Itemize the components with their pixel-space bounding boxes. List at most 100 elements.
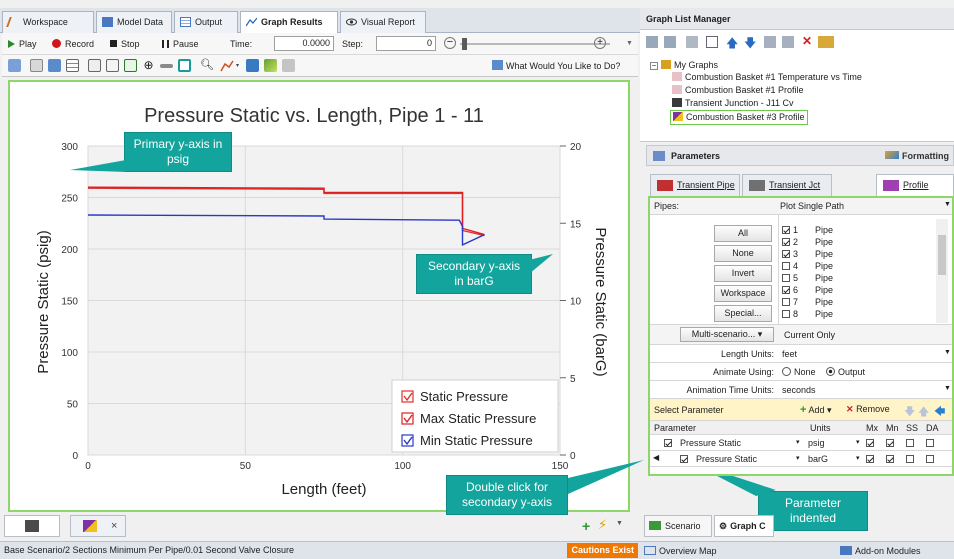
row-checkbox[interactable]: [680, 454, 688, 464]
mn-checkbox[interactable]: [886, 454, 894, 464]
special-button[interactable]: Special...: [714, 305, 772, 322]
line-style-icon[interactable]: [160, 64, 173, 68]
remove-button[interactable]: ✕ Remove: [846, 404, 890, 415]
collapse-icon[interactable]: −: [650, 62, 658, 70]
legend[interactable]: Static Pressure Max Static Pressure Min St…: [391, 379, 559, 453]
row-checkbox[interactable]: [664, 438, 672, 448]
ss-checkbox[interactable]: [906, 438, 914, 448]
da-checkbox[interactable]: [926, 454, 934, 464]
pipe-checkbox[interactable]: [782, 238, 790, 246]
workspace-button[interactable]: Workspace: [714, 285, 772, 302]
record-button[interactable]: Record: [52, 37, 94, 51]
pipe-list-item[interactable]: 6 Pipe: [782, 285, 833, 297]
all-button[interactable]: All: [714, 225, 772, 242]
pipe-checkbox[interactable]: [782, 274, 790, 282]
edit-graph-icon[interactable]: [8, 59, 21, 72]
rename-icon[interactable]: [686, 36, 698, 48]
mx-checkbox[interactable]: [866, 454, 874, 464]
legend-icon[interactable]: [106, 59, 119, 72]
duplicate-icon[interactable]: [764, 36, 776, 48]
pipe-checkbox[interactable]: [782, 262, 790, 270]
parameter-units[interactable]: psig: [808, 438, 825, 448]
graph-tab-1[interactable]: [4, 515, 60, 537]
pipe-checkbox[interactable]: [782, 298, 790, 306]
chevron-down-icon[interactable]: ▾: [796, 454, 800, 462]
zoom-out-icon[interactable]: −: [444, 37, 456, 49]
move-up-icon[interactable]: 🡅: [726, 34, 738, 55]
graph-pane[interactable]: Pressure Static vs. Length, Pipe 1 - 11 …: [8, 80, 630, 512]
box-icon[interactable]: [178, 59, 191, 72]
chevron-down-icon[interactable]: ▼: [616, 520, 623, 527]
play-button[interactable]: Play: [8, 37, 37, 51]
tab-transient-jct[interactable]: Transient Jct: [742, 174, 832, 196]
da-checkbox[interactable]: [926, 438, 934, 448]
chart-style-icon[interactable]: [220, 59, 240, 72]
delete-icon[interactable]: ✕: [802, 34, 812, 48]
parameter-row[interactable]: Pressure Static ▾ psig ▾: [650, 435, 952, 451]
addon-modules-button[interactable]: Add-on Modules: [840, 543, 921, 559]
pipe-list-scrollbar[interactable]: [936, 219, 948, 323]
pipe-checkbox[interactable]: [782, 310, 790, 318]
add-icon[interactable]: +: [582, 518, 590, 534]
tab-output[interactable]: Output: [174, 11, 238, 33]
pipe-checkbox[interactable]: [782, 226, 790, 234]
tree-item-selected[interactable]: Combustion Basket #3 Profile: [670, 110, 808, 125]
pipe-list-item[interactable]: 2 Pipe: [782, 237, 833, 249]
tree-item[interactable]: Combustion Basket #1 Profile: [672, 85, 804, 96]
graph-tab-2[interactable]: ×: [70, 515, 126, 537]
pipe-list-item[interactable]: 5 Pipe: [782, 273, 833, 285]
pause-button[interactable]: Pause: [162, 37, 199, 51]
pipe-list-item[interactable]: 1 Pipe: [782, 225, 833, 237]
new-folder-icon[interactable]: [646, 36, 658, 48]
save-icon[interactable]: [48, 59, 61, 72]
add-button[interactable]: + Add ▾: [800, 404, 832, 416]
pipe-list-item[interactable]: 4 Pipe: [782, 261, 833, 273]
animate-output-radio[interactable]: Output: [826, 367, 865, 377]
tab-graph-control[interactable]: ⚙︎ Graph C: [714, 515, 774, 537]
axis-icon[interactable]: [88, 59, 101, 72]
pipe-checkbox[interactable]: [782, 286, 790, 294]
lightning-icon[interactable]: ⚡︎: [598, 517, 607, 533]
parameter-row-indented[interactable]: ◀ Pressure Static ▾ barG ▾: [650, 451, 952, 467]
chevron-down-icon[interactable]: ▼: [944, 349, 951, 356]
pipe-list-item[interactable]: 3 Pipe: [782, 249, 833, 261]
move-up-icon[interactable]: 🡅: [918, 403, 929, 422]
tab-workspace[interactable]: Workspace: [2, 11, 94, 33]
animate-icon[interactable]: [264, 59, 277, 72]
animate-none-radio[interactable]: None: [782, 367, 816, 377]
chevron-down-icon[interactable]: ▼: [626, 37, 633, 51]
export-icon[interactable]: [246, 59, 259, 72]
copy-icon[interactable]: [782, 36, 794, 48]
step-input[interactable]: 0: [376, 36, 436, 51]
move-down-icon[interactable]: 🡇: [904, 403, 915, 422]
chevron-down-icon[interactable]: ▾: [796, 438, 800, 446]
time-input[interactable]: 0.0000: [274, 36, 334, 51]
tab-scenario[interactable]: Scenario: [644, 515, 712, 537]
help-link[interactable]: What Would You Like to Do?: [492, 59, 620, 73]
indent-icon[interactable]: 🡄: [934, 403, 945, 422]
crosshair-icon[interactable]: ⊕: [142, 59, 155, 72]
none-button[interactable]: None: [714, 245, 772, 262]
anim-time-select[interactable]: seconds: [782, 385, 816, 395]
invert-button[interactable]: Invert: [714, 265, 772, 282]
search-icon[interactable]: 🔍︎: [200, 59, 214, 72]
pressure-chart[interactable]: Pressure Static vs. Length, Pipe 1 - 11 …: [10, 82, 628, 510]
pipe-list-item[interactable]: 7 Pipe: [782, 297, 833, 309]
tab-visual-report[interactable]: Visual Report: [340, 11, 426, 33]
ss-checkbox[interactable]: [906, 454, 914, 464]
chevron-down-icon[interactable]: ▼: [944, 385, 951, 392]
pipe-list-item[interactable]: 8 Pipe: [782, 309, 833, 321]
time-slider[interactable]: [460, 43, 610, 45]
graph-settings-icon[interactable]: [706, 36, 718, 48]
tab-model-data[interactable]: Model Data: [96, 11, 172, 33]
graph-tools[interactable]: + ⚡︎ ▼: [580, 517, 630, 535]
folder-options-icon[interactable]: [818, 36, 834, 48]
mn-checkbox[interactable]: [886, 438, 894, 448]
formatting-link[interactable]: Formatting: [885, 146, 949, 166]
checkbox-icon[interactable]: [124, 59, 137, 72]
pipes-mode-select[interactable]: Plot Single Path: [780, 201, 844, 211]
tab-transient-pipe[interactable]: Transient Pipe: [650, 174, 740, 196]
chevron-down-icon[interactable]: ▼: [944, 201, 951, 208]
tree-root[interactable]: − My Graphs: [650, 60, 718, 71]
multi-scenario-button[interactable]: Multi-scenario... ▾: [680, 327, 774, 342]
